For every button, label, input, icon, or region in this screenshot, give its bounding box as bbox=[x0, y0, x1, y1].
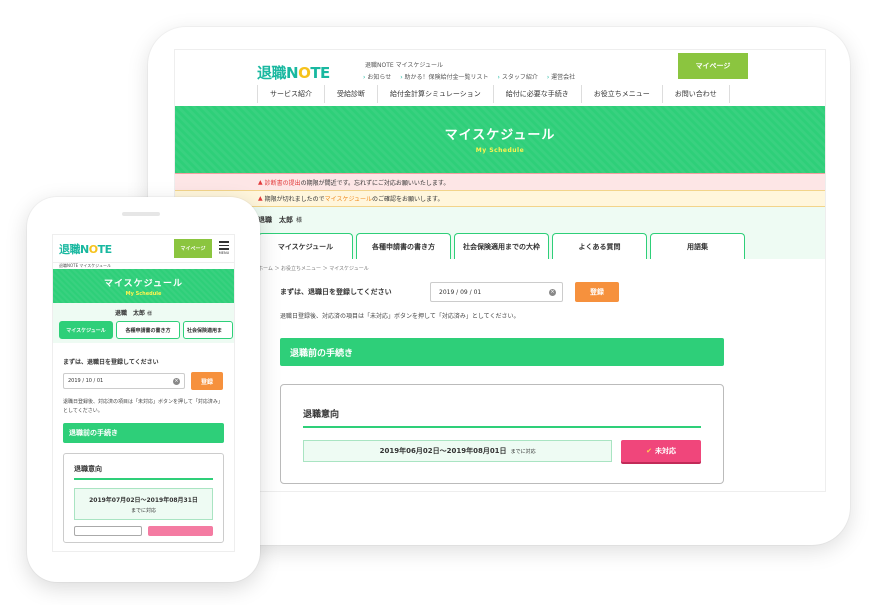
clear-icon[interactable]: × bbox=[173, 377, 180, 385]
page-title: マイスケジュール bbox=[444, 128, 556, 143]
breadcrumb: ホーム ＞ お役立ちメニュー ＞ マイスケジュール bbox=[258, 266, 369, 272]
retirement-date-input[interactable]: 2019 / 09 / 01 × bbox=[430, 282, 563, 302]
register-button[interactable]: 登録 bbox=[191, 372, 223, 390]
menu-label: MENU bbox=[218, 250, 230, 255]
tab-glossary[interactable]: 用語集 bbox=[650, 233, 745, 259]
register-row: まずは、退職日を登録してください 2019 / 09 / 01 × 登録 bbox=[280, 281, 825, 303]
nav-item-procedures[interactable]: 給付に必要な手続き bbox=[492, 85, 581, 103]
alert-text: の期限が間近です。忘れずにご対応お願いいたします。 bbox=[300, 179, 450, 187]
main-content: まずは、退職日を登録してください 2019 / 10 / 01 × 登録 退職日… bbox=[53, 357, 234, 543]
hamburger-icon bbox=[219, 241, 229, 243]
mypage-button[interactable]: マイページ bbox=[678, 53, 748, 79]
check-icon: ✔ bbox=[646, 447, 653, 455]
task-period: 2019年06月02日～2019年08月01日 までに対応 bbox=[303, 440, 613, 462]
undone-button[interactable] bbox=[148, 526, 213, 536]
alert-link[interactable]: 診断書の提出 bbox=[265, 178, 301, 187]
alert-link-myschedule[interactable]: マイスケジュール bbox=[325, 194, 372, 203]
warning-icon: ▲ bbox=[258, 178, 263, 186]
device-mockup-stage: 退職NOTE 退職NOTE マイスケジュール お知らせ 助かる！保険給付金一覧リ… bbox=[0, 0, 877, 605]
user-area: 退職 太郎様 マイスケジュール 各種申請書の書き方 社会保険適用ま bbox=[53, 303, 234, 343]
register-label: まずは、退職日を登録してください bbox=[280, 288, 392, 296]
user-name: 退職 太郎様 bbox=[258, 216, 303, 224]
phone-speaker bbox=[122, 212, 160, 216]
tab-insurance-overview[interactable]: 社会保険適用ま bbox=[183, 321, 233, 339]
register-note: 退職日登録後、対応済の項目は「未対応」ボタンを押して「対応済み」としてください。 bbox=[63, 399, 223, 414]
mypage-button[interactable]: マイページ bbox=[174, 239, 212, 258]
register-button[interactable]: 登録 bbox=[575, 282, 619, 302]
clear-icon[interactable]: × bbox=[549, 288, 556, 296]
top-link-benefits-list[interactable]: 助かる！保険給付金一覧リスト bbox=[400, 72, 489, 81]
tab-bar: マイスケジュール 各種申請書の書き方 社会保険適用ま bbox=[59, 321, 233, 339]
task-card: 退職意向 2019年07月02日～2019年08月31日 までに対応 bbox=[63, 453, 224, 543]
tab-application-forms[interactable]: 各種申請書の書き方 bbox=[116, 321, 180, 339]
tab-application-forms[interactable]: 各種申請書の書き方 bbox=[356, 233, 451, 259]
retirement-date-input[interactable]: 2019 / 10 / 01 × bbox=[63, 373, 185, 389]
register-row: 2019 / 10 / 01 × 登録 bbox=[63, 372, 224, 390]
task-title: 退職意向 bbox=[74, 464, 213, 480]
nav-item-useful-menu[interactable]: お役立ちメニュー bbox=[580, 85, 662, 103]
date-value: 2019 / 09 / 01 bbox=[439, 288, 482, 296]
nav-item-diagnosis[interactable]: 受給診断 bbox=[324, 85, 377, 103]
nav-item-service[interactable]: サービス紹介 bbox=[257, 85, 324, 103]
global-nav: サービス紹介 受給診断 給付金計算シミュレーション 給付に必要な手続き お役立ち… bbox=[257, 85, 730, 103]
top-link-news[interactable]: お知らせ bbox=[363, 72, 391, 81]
mobile-header: 退職NOTE マイページ MENU bbox=[53, 235, 234, 262]
nav-item-simulation[interactable]: 給付金計算シミュレーション bbox=[377, 85, 493, 103]
register-label: まずは、退職日を登録してください bbox=[63, 359, 159, 366]
alert-deadline-passed: ▲ 期限が切れましたので マイスケジュール のご確認をお願いします。 bbox=[175, 190, 825, 207]
section-heading: 退職前の手続き bbox=[280, 338, 724, 366]
section-heading: 退職前の手続き bbox=[63, 423, 224, 443]
user-area: 退職 太郎様 マイスケジュール 各種申請書の書き方 社会保険適用までの大枠 よく… bbox=[175, 207, 825, 259]
task-period: 2019年07月02日～2019年08月31日 までに対応 bbox=[74, 488, 213, 520]
warning-icon: ▲ bbox=[258, 195, 263, 202]
page-hero: マイスケジュール My Schedule bbox=[175, 106, 825, 173]
top-link-staff[interactable]: スタッフ紹介 bbox=[498, 72, 538, 81]
main-content: まずは、退職日を登録してください 2019 / 09 / 01 × 登録 退職日… bbox=[175, 281, 825, 484]
tab-myschedule[interactable]: マイスケジュール bbox=[258, 233, 353, 259]
hamburger-menu-button[interactable]: MENU bbox=[215, 239, 233, 258]
site-subtitle: 退職NOTE マイスケジュール bbox=[365, 62, 443, 69]
top-links: お知らせ 助かる！保険給付金一覧リスト スタッフ紹介 運営会社 bbox=[363, 72, 575, 81]
tablet-screen: 退職NOTE 退職NOTE マイスケジュール お知らせ 助かる！保険給付金一覧リ… bbox=[174, 49, 826, 492]
tab-myschedule[interactable]: マイスケジュール bbox=[59, 321, 113, 339]
user-name: 退職 太郎様 bbox=[115, 310, 153, 317]
page-hero: マイスケジュール My Schedule bbox=[53, 269, 234, 303]
undone-button[interactable]: ✔ 未対応 bbox=[621, 440, 701, 462]
date-value: 2019 / 10 / 01 bbox=[68, 378, 104, 384]
task-buttons bbox=[74, 526, 213, 536]
tab-bar: マイスケジュール 各種申請書の書き方 社会保険適用までの大枠 よくある質問 用語… bbox=[258, 233, 745, 259]
site-subtitle: 退職NOTE マイスケジュール bbox=[53, 262, 234, 269]
task-row: 2019年06月02日～2019年08月01日 までに対応 ✔ 未対応 bbox=[303, 440, 701, 462]
alert-text-pre: 期限が切れましたので bbox=[264, 196, 325, 203]
page-subtitle: My Schedule bbox=[475, 147, 525, 154]
register-note: 退職日登録後、対応済の項目は「未対応」ボタンを押して「対応済み」としてください。 bbox=[280, 313, 520, 320]
task-title: 退職意向 bbox=[303, 407, 701, 428]
site-logo[interactable]: 退職NOTE bbox=[59, 241, 112, 257]
tab-insurance-overview[interactable]: 社会保険適用までの大枠 bbox=[454, 233, 549, 259]
page-subtitle: My Schedule bbox=[125, 291, 162, 297]
site-logo[interactable]: 退職NOTE bbox=[257, 62, 330, 83]
page-title: マイスケジュール bbox=[103, 279, 184, 289]
top-link-company[interactable]: 運営会社 bbox=[547, 72, 575, 81]
site-header: 退職NOTE 退職NOTE マイスケジュール お知らせ 助かる！保険給付金一覧リ… bbox=[175, 50, 825, 106]
alert-deadline-near: ▲ 診断書の提出 の期限が間近です。忘れずにご対応お願いいたします。 bbox=[175, 173, 825, 190]
task-card: 退職意向 2019年06月02日～2019年08月01日 までに対応 ✔ 未対応 bbox=[280, 384, 724, 484]
tab-faq[interactable]: よくある質問 bbox=[552, 233, 647, 259]
phone-screen: 退職NOTE マイページ MENU 退職NOTE マイスケジュール マイスケジュ… bbox=[52, 234, 235, 552]
alert-text-post: のご確認をお願いします。 bbox=[372, 196, 444, 203]
nav-item-contact[interactable]: お問い合わせ bbox=[661, 85, 730, 103]
secondary-button[interactable] bbox=[74, 526, 143, 536]
